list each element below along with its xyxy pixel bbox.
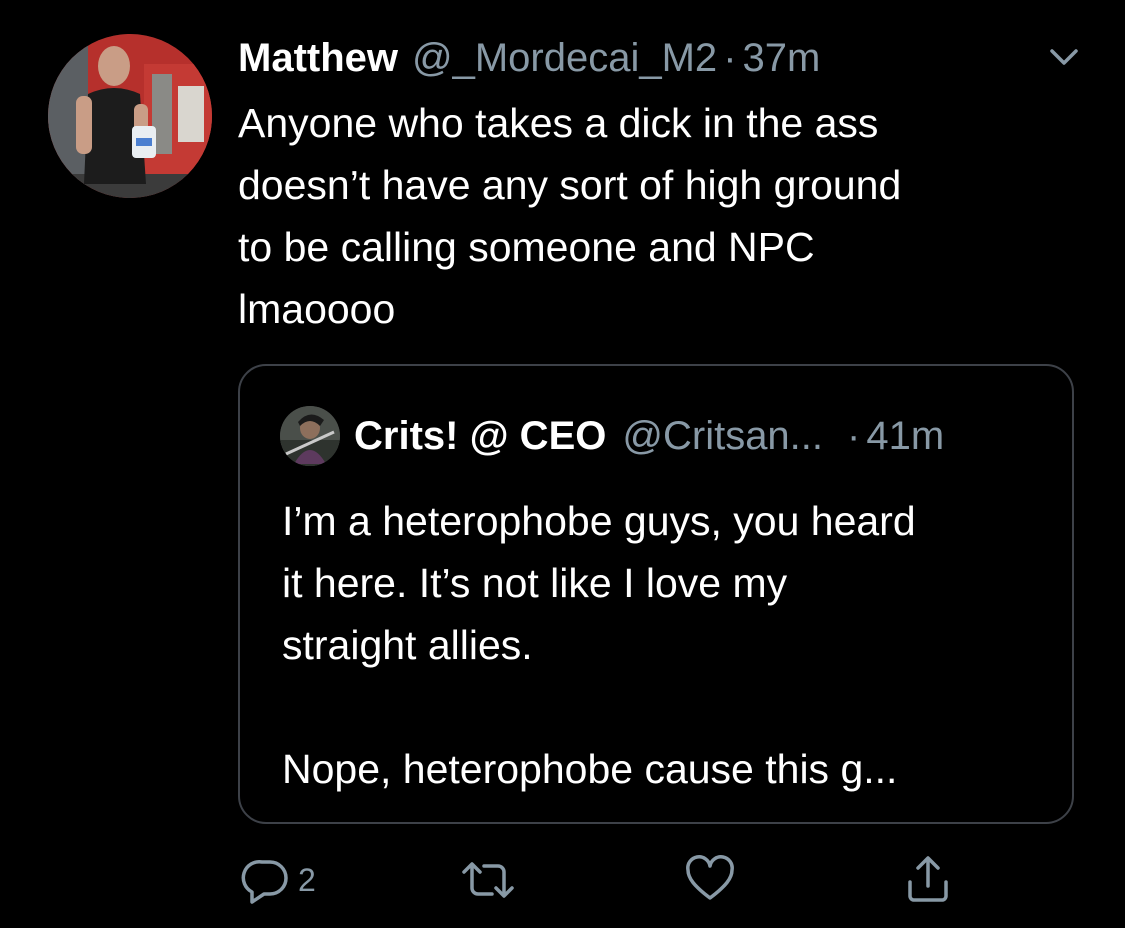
profile-photo [48, 34, 212, 198]
quoted-user-handle: @Critsan... [622, 413, 824, 458]
quoted-display-name: Crits! @ CEO [354, 413, 607, 458]
quoted-tweet[interactable]: Crits! @ CEO @Critsan... · 41m I’m a het… [238, 364, 1074, 824]
reply-icon [241, 860, 288, 904]
timestamp[interactable]: 37m [743, 28, 821, 88]
user-handle[interactable]: @_Mordecai_M2 [412, 28, 717, 88]
quoted-profile-photo [280, 406, 340, 466]
quoted-timestamp: 41m [866, 413, 945, 458]
like-button[interactable] [684, 852, 736, 908]
quoted-avatar[interactable] [280, 406, 340, 466]
retweet-button[interactable] [458, 852, 518, 908]
action-bar: 2 [0, 852, 1125, 908]
quoted-separator-dot: · [847, 413, 861, 458]
avatar[interactable] [48, 34, 212, 198]
share-button[interactable] [902, 852, 954, 908]
retweet-icon [462, 862, 514, 898]
tweet-text: Anyone who takes a dick in the ass doesn… [238, 100, 902, 332]
like-icon [686, 855, 734, 900]
share-icon [908, 856, 948, 902]
tweet: Matthew @_Mordecai_M2 · 37m Anyone who t… [0, 0, 1125, 928]
chevron-down-icon[interactable] [1044, 42, 1084, 72]
quoted-header: Crits! @ CEO @Critsan... · 41m [354, 406, 944, 466]
separator-dot: · [723, 36, 737, 80]
display-name[interactable]: Matthew [238, 28, 398, 88]
reply-count: 2 [298, 861, 316, 898]
reply-button[interactable]: 2 [240, 852, 316, 908]
quoted-tweet-text: I’m a heterophobe guys, you heard it her… [282, 498, 916, 792]
tweet-header: Matthew @_Mordecai_M2 · 37m [238, 28, 820, 88]
